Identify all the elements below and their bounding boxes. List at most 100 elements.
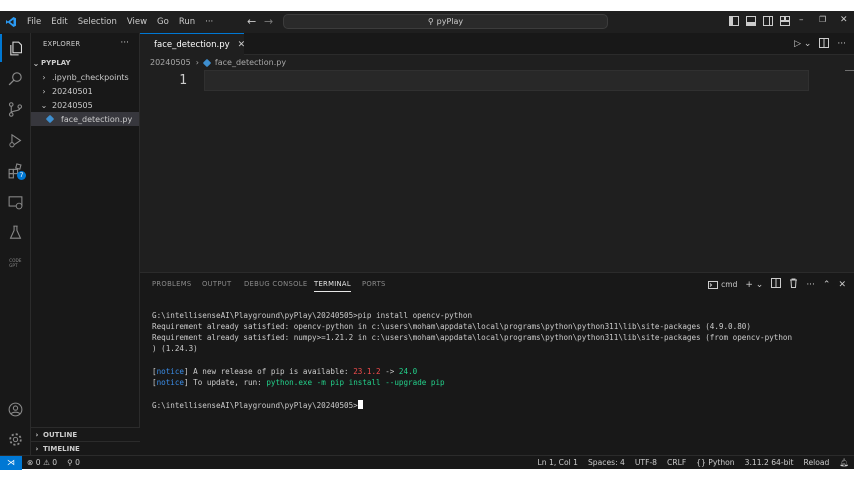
python-interpreter[interactable]: 3.11.2 64-bit xyxy=(740,458,799,467)
terminal-shell-selector[interactable]: cmd xyxy=(708,280,737,289)
ports-icon: ⚲ xyxy=(67,458,73,467)
menu-run[interactable]: Run xyxy=(174,11,200,33)
status-bar: ⋊ ⊗ 0 ⚠ 0 ⚲ 0 Ln 1, Col 1 Spaces: 4 UTF-… xyxy=(0,455,854,470)
panel-actions: cmd + ⌄ ··· ⌃ ✕ xyxy=(708,278,846,291)
breadcrumb-file[interactable]: face_detection.py xyxy=(215,58,286,67)
tree-item-ipynb-checkpoints[interactable]: › .ipynb_checkpoints xyxy=(31,70,139,84)
end-of-line[interactable]: CRLF xyxy=(662,458,691,467)
menu-bar: File Edit Selection View Go Run ··· xyxy=(22,11,218,33)
reload-button[interactable]: Reload xyxy=(799,458,835,467)
tree-item-20240501[interactable]: › 20240501 xyxy=(31,84,139,98)
restore-icon[interactable]: ❐ xyxy=(819,15,826,24)
menu-view[interactable]: View xyxy=(122,11,152,33)
account-icon[interactable] xyxy=(0,395,31,423)
minimap-marker xyxy=(845,70,854,71)
ports-status[interactable]: ⚲ 0 xyxy=(62,458,85,467)
tree-item-face-detection-py[interactable]: face_detection.py xyxy=(31,112,139,126)
project-name: PYPLAY xyxy=(41,59,71,67)
panel-more-icon[interactable]: ··· xyxy=(806,280,815,290)
file-encoding[interactable]: UTF-8 xyxy=(630,458,662,467)
close-tab-icon[interactable]: ✕ xyxy=(238,40,246,50)
tree-item-20240505[interactable]: ⌄ 20240505 xyxy=(31,98,139,112)
indentation[interactable]: Spaces: 4 xyxy=(583,458,630,467)
breadcrumb-folder[interactable]: 20240505 xyxy=(150,58,191,67)
explorer-sidebar: EXPLORER ··· ⌄ PYPLAY › .ipynb_checkpoin… xyxy=(31,33,140,455)
split-terminal-icon[interactable] xyxy=(771,278,782,291)
trash-icon[interactable] xyxy=(789,278,798,291)
pip-old-version: 23.1.2 xyxy=(353,367,381,376)
tab-problems[interactable]: PROBLEMS xyxy=(152,280,192,288)
braces-icon: {} xyxy=(696,458,706,467)
terminal-line: Requirement already satisfied: numpy>=1.… xyxy=(152,333,793,342)
tab-debug-console[interactable]: DEBUG CONSOLE xyxy=(244,280,307,288)
outline-section[interactable]: › OUTLINE xyxy=(31,427,140,441)
extensions-icon[interactable]: 7 xyxy=(0,157,31,185)
terminal-line: ) (1.24.3) xyxy=(152,344,198,353)
editor-more-icon[interactable]: ··· xyxy=(837,39,846,49)
minimize-icon[interactable]: – xyxy=(799,15,804,25)
back-arrow-icon[interactable]: ← xyxy=(247,11,256,33)
tree-item-label: .ipynb_checkpoints xyxy=(52,72,129,82)
menu-file[interactable]: File xyxy=(22,11,46,33)
tree-item-label: face_detection.py xyxy=(61,114,133,124)
code-editor[interactable]: 1 xyxy=(140,70,854,272)
terminal-line: Requirement already satisfied: opencv-py… xyxy=(152,322,751,331)
terminal-prompt-line[interactable]: G:\intellisenseAI\Playground\pyPlay\2024… xyxy=(152,400,363,410)
run-python-file-icon[interactable]: ▷ ⌄ xyxy=(794,39,811,49)
python-file-icon xyxy=(45,114,55,124)
vscode-logo-icon xyxy=(0,11,22,33)
pip-new-version: 24.0 xyxy=(398,367,418,376)
notifications-bell-icon[interactable]: 🔔︎ xyxy=(834,458,854,467)
line-number-gutter: 1 xyxy=(140,70,204,272)
customize-layout-icon[interactable] xyxy=(780,16,790,29)
forward-arrow-icon[interactable]: → xyxy=(264,11,273,33)
close-panel-icon[interactable]: ✕ xyxy=(838,280,846,290)
source-control-icon[interactable] xyxy=(0,95,31,123)
svg-text:GPT: GPT xyxy=(9,262,18,268)
current-line-highlight[interactable] xyxy=(204,70,809,91)
project-root-pyplay[interactable]: ⌄ PYPLAY xyxy=(31,56,139,70)
breadcrumb: 20240505 › face_detection.py xyxy=(140,55,854,70)
search-icon: ⚲ xyxy=(427,17,434,26)
menu-selection[interactable]: Selection xyxy=(73,11,122,33)
menu-go[interactable]: Go xyxy=(152,11,174,33)
new-terminal-icon[interactable]: + ⌄ xyxy=(745,280,763,290)
tree-item-label: 20240505 xyxy=(52,100,93,110)
problems-status[interactable]: ⊗ 0 ⚠ 0 xyxy=(22,458,62,467)
settings-gear-icon[interactable] xyxy=(0,425,31,453)
split-editor-icon[interactable] xyxy=(819,37,830,51)
timeline-section[interactable]: › TIMELINE xyxy=(31,441,140,455)
terminal-icon xyxy=(708,280,719,289)
language-mode[interactable]: {} Python xyxy=(691,458,739,467)
testing-flask-icon[interactable] xyxy=(0,218,31,246)
codegpt-icon[interactable]: CODE GPT xyxy=(0,248,31,276)
toggle-panel-icon[interactable] xyxy=(746,16,756,29)
menu-edit[interactable]: Edit xyxy=(46,11,72,33)
cursor-position[interactable]: Ln 1, Col 1 xyxy=(533,458,583,467)
toggle-secondary-sidebar-icon[interactable] xyxy=(763,16,773,29)
explorer-more-icon[interactable]: ··· xyxy=(120,38,129,48)
warning-icon: ⚠ xyxy=(43,458,50,467)
timeline-label: TIMELINE xyxy=(43,444,80,453)
explorer-icon[interactable] xyxy=(0,34,31,62)
chevron-right-icon: › xyxy=(195,58,199,67)
remote-explorer-icon[interactable] xyxy=(0,188,31,216)
terminal-cursor xyxy=(357,400,363,409)
tab-face-detection-py[interactable]: face_detection.py ✕ xyxy=(140,33,246,55)
remote-indicator-icon[interactable]: ⋊ xyxy=(0,455,22,470)
run-and-debug-icon[interactable] xyxy=(0,126,31,154)
chevron-down-icon: ⌄ xyxy=(40,100,48,110)
tab-ports[interactable]: PORTS xyxy=(362,280,386,288)
close-window-icon[interactable]: ✕ xyxy=(840,15,848,25)
tab-output[interactable]: OUTPUT xyxy=(202,280,232,288)
chevron-right-icon: › xyxy=(35,444,39,453)
menu-more[interactable]: ··· xyxy=(200,11,218,33)
tree-item-label: 20240501 xyxy=(52,86,93,96)
tab-terminal[interactable]: TERMINAL xyxy=(314,280,351,292)
chevron-down-icon: ⌄ xyxy=(32,58,40,68)
toggle-sidebar-icon[interactable] xyxy=(729,16,739,29)
search-icon[interactable] xyxy=(0,64,31,92)
python-file-icon xyxy=(146,42,152,47)
command-center-search[interactable]: ⚲ pyPlay xyxy=(283,14,608,29)
maximize-panel-icon[interactable]: ⌃ xyxy=(823,280,831,290)
